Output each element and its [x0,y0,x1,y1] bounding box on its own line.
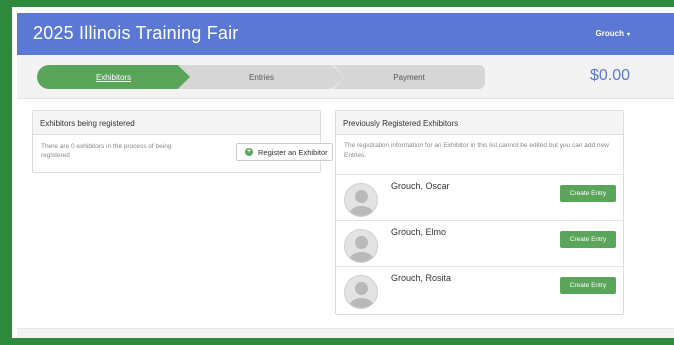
avatar [344,183,378,217]
step-payment-label: Payment [393,72,425,82]
step-exhibitors-label: Exhibitors [95,72,132,82]
exhibitors-being-registered-panel: Exhibitors being registered There are 0 … [32,110,333,173]
register-exhibitor-button[interactable]: + Register an Exhibitor [236,143,333,161]
register-exhibitor-label: Register an Exhibitor [258,147,328,157]
app-title: 2025 Illinois Training Fair [33,23,239,43]
step-exhibitors[interactable]: Exhibitors [37,65,190,89]
exhibitor-name: Grouch, Elmo [391,227,447,237]
panel-heading: Previously Registered Exhibitors [336,111,623,135]
create-entry-button[interactable]: Create Entry [560,231,616,248]
exhibitor-name: Grouch, Rosita [391,273,452,283]
app-window: 2025 Illinois Training Fair Grouch ▾ Exhi… [12,7,674,338]
avatar [344,275,378,309]
avatar [344,229,378,263]
previously-registered-panel: Previously Registered Exhibitors The reg… [335,110,624,315]
wizard-steps: Exhibitors Entries Payment [37,65,485,89]
user-name: Grouch [595,29,624,38]
step-entries[interactable]: Entries [178,65,345,89]
list-item: Grouch, Oscar Create Entry [336,174,623,220]
list-item: Grouch, Rosita Create Entry [336,266,623,312]
user-menu[interactable]: Grouch ▾ [596,29,630,38]
panel-description: There are 0 exhibitors in the process of… [41,143,172,159]
create-entry-button[interactable]: Create Entry [560,185,616,202]
caret-down-icon: ▾ [626,32,630,38]
wizard-bar: Exhibitors Entries Payment $0.00 [17,55,674,99]
panel-description: The registration information for an Exhi… [344,142,609,159]
footer-strip [17,328,674,338]
top-navbar: 2025 Illinois Training Fair Grouch ▾ [17,13,674,55]
plus-circle-icon: + [245,148,253,156]
step-entries-label: Entries [249,72,274,82]
order-total: $0.00 [590,67,631,84]
step-payment[interactable]: Payment [333,65,485,89]
create-entry-button[interactable]: Create Entry [560,277,616,294]
exhibitor-name: Grouch, Oscar [391,181,450,191]
panel-heading: Exhibitors being registered [33,111,320,135]
list-item: Grouch, Elmo Create Entry [336,220,623,266]
